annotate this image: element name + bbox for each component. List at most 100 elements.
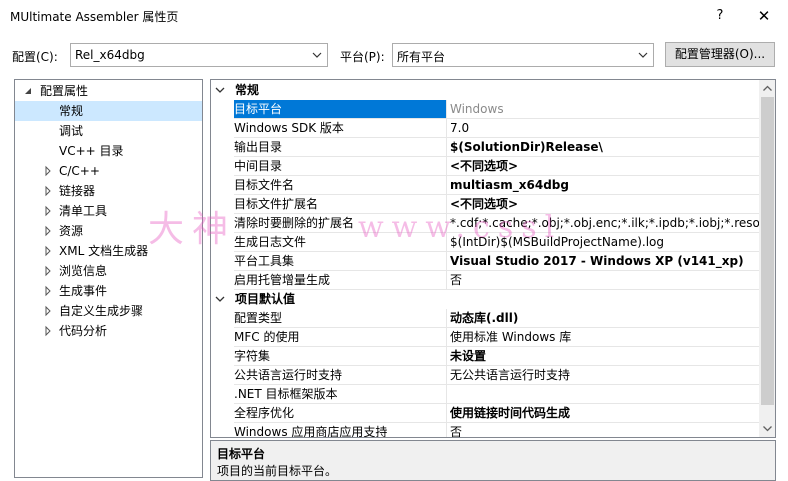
column-divider [446, 366, 447, 385]
property-name: 启用托管增量生成 [234, 273, 331, 287]
property-name: 清除时要删除的扩展名 [234, 216, 355, 230]
platform-select[interactable]: 所有平台 [392, 43, 654, 67]
property-row-output-directory[interactable]: 输出目录 $(SolutionDir)Release\ [211, 138, 760, 157]
property-value[interactable]: 7.0 [450, 119, 760, 138]
collapsed-triangle-icon[interactable] [43, 261, 53, 281]
chevron-down-icon [312, 52, 322, 58]
tree-item-manifest-tool[interactable]: 清单工具 [15, 201, 202, 221]
tree-item-label: 配置属性 [40, 84, 89, 98]
configuration-select[interactable]: Rel_x64dbg [70, 43, 328, 67]
category-label: 常规 [235, 83, 260, 97]
scrollbar-thumb[interactable] [761, 97, 774, 405]
tree-item-label: 浏览信息 [59, 264, 108, 278]
property-value[interactable]: Visual Studio 2017 - Windows XP (v141_xp… [450, 252, 760, 271]
tree-item-xml-doc-generator[interactable]: XML 文档生成器 [15, 241, 202, 261]
property-row-intermediate-directory[interactable]: 中间目录 <不同选项> [211, 157, 760, 176]
category-general[interactable]: 常规 [211, 81, 760, 100]
property-row-clr-support[interactable]: 公共语言运行时支持 无公共语言运行时支持 [211, 366, 760, 385]
property-row-windows-store-app-support[interactable]: Windows 应用商店应用支持 否 [211, 423, 760, 438]
property-row-character-set[interactable]: 字符集 未设置 [211, 347, 760, 366]
property-row-use-of-mfc[interactable]: MFC 的使用 使用标准 Windows 库 [211, 328, 760, 347]
property-value[interactable] [450, 385, 760, 404]
tree-item-resources[interactable]: 资源 [15, 221, 202, 241]
property-value[interactable]: 无公共语言运行时支持 [450, 366, 760, 385]
tree-item-linker[interactable]: 链接器 [15, 181, 202, 201]
configuration-value: Rel_x64dbg [75, 48, 145, 62]
collapsed-triangle-icon[interactable] [43, 281, 53, 301]
category-project-defaults[interactable]: 项目默认值 [211, 290, 760, 309]
column-divider [446, 176, 447, 195]
property-name: 全程序优化 [234, 406, 295, 420]
tree-item-c-cpp[interactable]: C/C++ [15, 161, 202, 181]
configuration-label: 配置(C): [12, 50, 58, 64]
column-divider [446, 157, 447, 176]
help-button[interactable]: ? [708, 4, 732, 28]
property-name: 字符集 [234, 349, 271, 363]
property-row-whole-program-optimization[interactable]: 全程序优化 使用链接时间代码生成 [211, 404, 760, 423]
property-name: Windows 应用商店应用支持 [234, 425, 388, 438]
description-title: 目标平台 [217, 447, 266, 461]
property-value[interactable]: <不同选项> [450, 195, 760, 214]
tree-item-label: 链接器 [59, 184, 96, 198]
property-name: MFC 的使用 [234, 330, 300, 344]
collapsed-triangle-icon[interactable] [43, 161, 53, 181]
tree-item-configuration-properties[interactable]: 配置属性 [15, 81, 202, 101]
property-value[interactable]: 未设置 [450, 347, 760, 366]
property-row-dotnet-target-framework[interactable]: .NET 目标框架版本 [211, 385, 760, 404]
property-row-windows-sdk-version[interactable]: Windows SDK 版本 7.0 [211, 119, 760, 138]
property-row-managed-incremental-build[interactable]: 启用托管增量生成 否 [211, 271, 760, 290]
scroll-down-icon[interactable] [759, 420, 776, 437]
column-divider [446, 385, 447, 404]
property-row-target-platform[interactable]: 目标平台 Windows [211, 100, 760, 119]
property-value[interactable]: multiasm_x64dbg [450, 176, 760, 195]
tree-item-custom-build-step[interactable]: 自定义生成步骤 [15, 301, 202, 321]
tree-item-code-analysis[interactable]: 代码分析 [15, 321, 202, 341]
property-value[interactable]: 否 [450, 423, 760, 437]
tree-item-label: 资源 [59, 224, 84, 238]
collapsed-triangle-icon[interactable] [43, 241, 53, 261]
property-row-configuration-type[interactable]: 配置类型 动态库(.dll) [211, 309, 760, 328]
property-row-target-name[interactable]: 目标文件名 multiasm_x64dbg [211, 176, 760, 195]
tree-item-browse-information[interactable]: 浏览信息 [15, 261, 202, 281]
tree-item-vc-directories[interactable]: VC++ 目录 [15, 141, 202, 161]
property-row-extensions-to-delete[interactable]: 清除时要删除的扩展名 *.cdf;*.cache;*.obj;*.obj.enc… [211, 214, 760, 233]
property-row-target-extension[interactable]: 目标文件扩展名 <不同选项> [211, 195, 760, 214]
close-button[interactable]: ✕ [752, 4, 776, 28]
chevron-down-icon[interactable] [215, 85, 225, 95]
column-divider [446, 138, 447, 157]
collapsed-triangle-icon[interactable] [43, 201, 53, 221]
property-value[interactable]: <不同选项> [450, 157, 760, 176]
property-name: 配置类型 [234, 311, 283, 325]
property-value[interactable]: 否 [450, 271, 760, 290]
column-divider [446, 328, 447, 347]
property-name: 目标平台 [234, 100, 446, 119]
expanded-triangle-icon[interactable] [23, 81, 33, 101]
configuration-manager-button[interactable]: 配置管理器(O)... [665, 42, 775, 67]
scroll-up-icon[interactable] [759, 80, 776, 97]
chevron-down-icon [638, 52, 648, 58]
tree-item-build-events[interactable]: 生成事件 [15, 281, 202, 301]
property-value[interactable]: $(SolutionDir)Release\ [450, 138, 760, 157]
property-value[interactable]: $(IntDir)$(MSBuildProjectName).log [450, 233, 760, 252]
property-name: 生成日志文件 [234, 235, 307, 249]
property-value[interactable]: Windows [450, 100, 760, 119]
column-divider [446, 119, 447, 138]
column-divider [446, 214, 447, 233]
chevron-down-icon[interactable] [215, 294, 225, 304]
property-value[interactable]: 使用标准 Windows 库 [450, 328, 760, 347]
property-value[interactable]: 使用链接时间代码生成 [450, 404, 760, 423]
collapsed-triangle-icon[interactable] [43, 221, 53, 241]
vertical-scrollbar[interactable] [759, 80, 776, 437]
tree-item-debugging[interactable]: 调试 [15, 121, 202, 141]
tree-item-label: 清单工具 [59, 204, 108, 218]
column-divider [446, 404, 447, 423]
property-value[interactable]: *.cdf;*.cache;*.obj;*.obj.enc;*.ilk;*.ip… [450, 214, 760, 233]
tree-item-general[interactable]: 常规 [15, 101, 202, 121]
property-row-build-log-file[interactable]: 生成日志文件 $(IntDir)$(MSBuildProjectName).lo… [211, 233, 760, 252]
property-value[interactable]: 动态库(.dll) [450, 309, 760, 328]
collapsed-triangle-icon[interactable] [43, 181, 53, 201]
property-row-platform-toolset[interactable]: 平台工具集 Visual Studio 2017 - Windows XP (v… [211, 252, 760, 271]
collapsed-triangle-icon[interactable] [43, 301, 53, 321]
title-bar: MUltimate Assembler 属性页 ? ✕ [0, 0, 788, 32]
collapsed-triangle-icon[interactable] [43, 321, 53, 341]
